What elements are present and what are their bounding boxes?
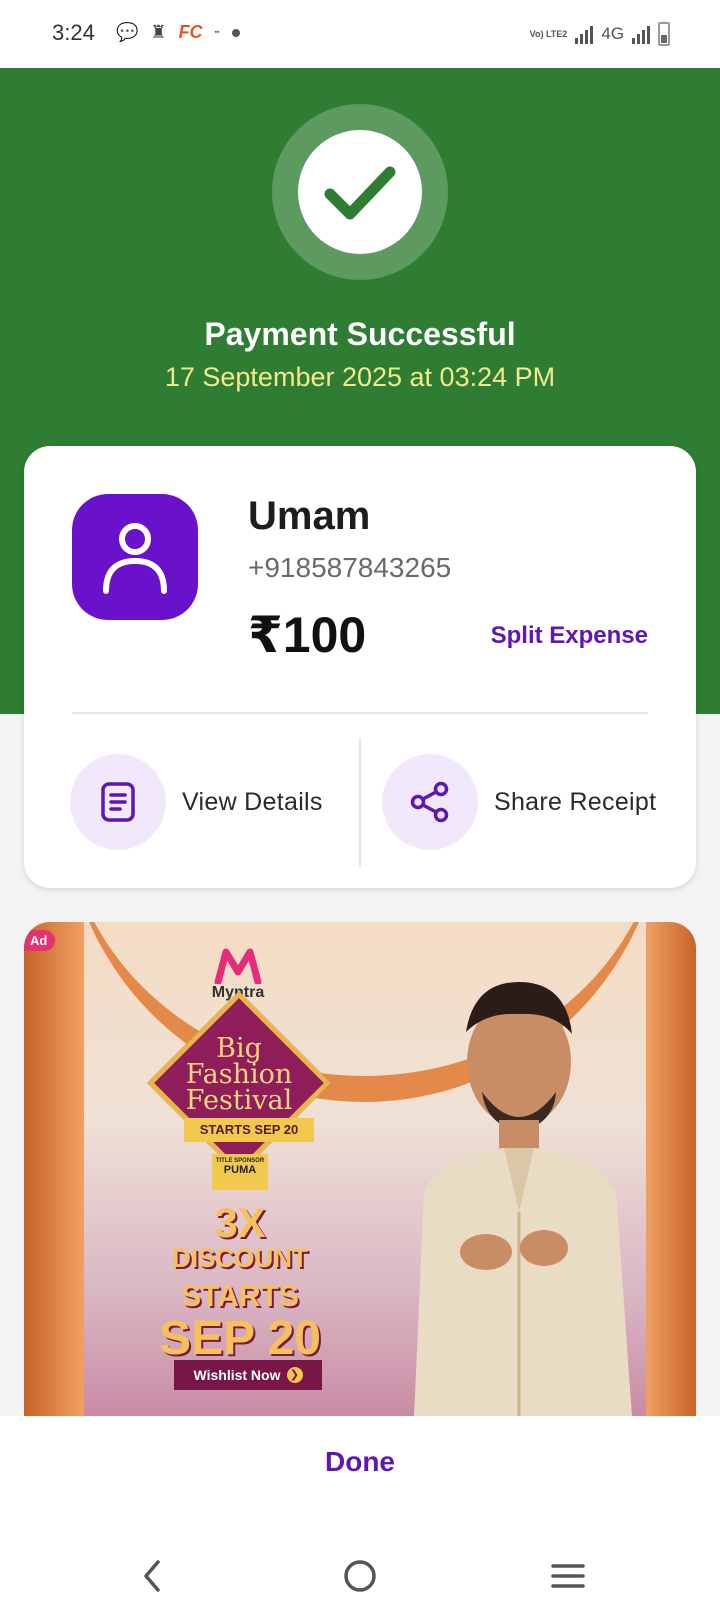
status-icons-right: Vo) LTE2 4G xyxy=(530,22,670,46)
festival-start-ribbon: STARTS SEP 20 xyxy=(184,1118,314,1142)
person-icon xyxy=(103,523,167,594)
festival-title: Big Fashion Festival xyxy=(185,1033,293,1116)
payment-amount: ₹100 xyxy=(248,607,367,663)
status-time: 3:24 xyxy=(52,20,95,45)
arrow-right-icon: ❯ xyxy=(286,1367,303,1383)
battery-icon xyxy=(658,22,670,46)
actions-divider xyxy=(359,738,361,868)
small-app-icon: ▪▪ xyxy=(214,29,220,36)
document-icon xyxy=(101,782,135,822)
payee-phone: +918587843265 xyxy=(248,552,452,583)
ad-model-image xyxy=(414,982,632,1416)
dot-icon xyxy=(231,28,240,37)
payment-datetime: 17 September 2025 at 03:24 PM xyxy=(164,362,556,392)
menu-icon xyxy=(551,1564,585,1588)
page-title: Payment Successful xyxy=(204,316,516,352)
notification-icon: ♜ xyxy=(150,22,167,42)
card-divider xyxy=(72,712,648,714)
ad-pillar-right xyxy=(646,922,696,1416)
checkmark-icon xyxy=(324,166,396,220)
nav-home-button[interactable] xyxy=(338,1554,382,1598)
nav-back-button[interactable] xyxy=(130,1554,174,1598)
volte-icon: Vo) LTE2 xyxy=(529,29,568,39)
ad-banner[interactable]: Ad Myntra Big Fashion Festival STARTS SE… xyxy=(24,922,696,1416)
avatar xyxy=(72,494,198,620)
view-details-button[interactable]: View Details xyxy=(70,754,323,850)
signal-icon xyxy=(575,24,594,44)
fc-app-icon: FC xyxy=(178,22,203,42)
bottom-panel: Done xyxy=(0,1416,720,1608)
nav-menu-button[interactable] xyxy=(546,1554,590,1598)
network-type: 4G xyxy=(601,24,624,43)
view-details-label: View Details xyxy=(182,787,323,816)
success-badge xyxy=(272,104,448,280)
payee-name: Umam xyxy=(248,494,371,538)
status-bar: 3:24 💬 ♜ FC ▪▪ Vo) LTE2 4G xyxy=(0,0,720,68)
myntra-logo-icon xyxy=(214,948,262,984)
back-icon xyxy=(144,1560,160,1592)
done-button[interactable]: Done xyxy=(0,1446,720,1478)
wishlist-now-button[interactable]: Wishlist Now ❯ xyxy=(174,1360,322,1390)
ad-pillar-left xyxy=(24,922,84,1416)
discount-headline: 3X DISCOUNT STARTS SEP 20 xyxy=(159,1199,321,1365)
payment-card: Umam +918587843265 ₹100 Split Expense Vi… xyxy=(24,446,696,888)
ad-badge: Ad xyxy=(24,930,56,951)
system-nav-bar xyxy=(0,1544,720,1608)
status-icons-left: 💬 ♜ FC ▪▪ xyxy=(116,22,240,43)
share-icon xyxy=(410,781,449,823)
split-expense-button[interactable]: Split Expense xyxy=(491,622,648,650)
share-receipt-label: Share Receipt xyxy=(494,787,657,816)
signal-icon-2 xyxy=(632,24,650,44)
chat-icon: 💬 xyxy=(116,22,139,42)
share-receipt-button[interactable]: Share Receipt xyxy=(382,754,656,850)
home-icon xyxy=(344,1560,376,1592)
title-sponsor: TITLE SPONSOR PUMA xyxy=(212,1154,268,1190)
